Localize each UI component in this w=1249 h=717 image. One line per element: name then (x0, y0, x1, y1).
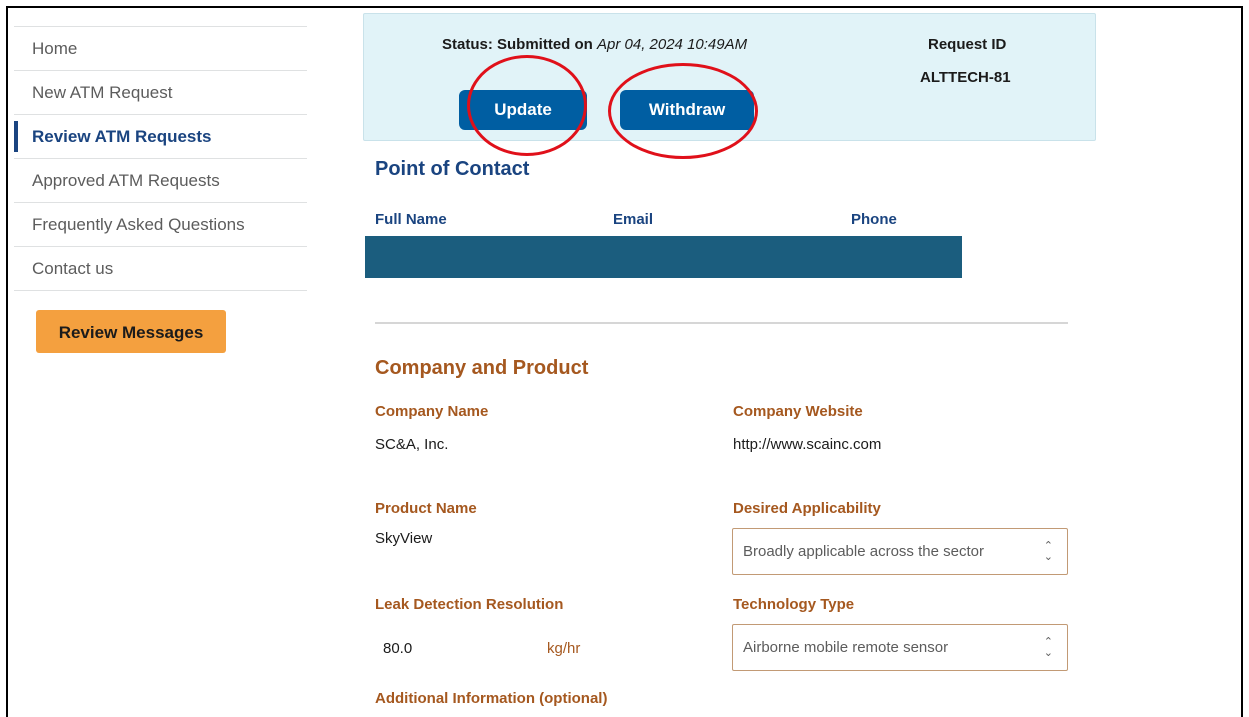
leak-detection-label: Leak Detection Resolution (375, 596, 564, 613)
product-name-label: Product Name (375, 500, 477, 517)
sidebar-item-contact-us[interactable]: Contact us (14, 246, 307, 291)
technology-type-value: Airborne mobile remote sensor (743, 639, 949, 656)
sidebar-item-new-atm-request[interactable]: New ATM Request (14, 70, 307, 114)
sidebar-item-home[interactable]: Home (14, 26, 307, 70)
product-name-value: SkyView (375, 530, 433, 547)
additional-info-label: Additional Information (optional) (375, 690, 608, 707)
leak-detection-value: 80.0 (383, 640, 413, 657)
column-full-name: Full Name (375, 211, 447, 228)
request-id-value: ALTTECH-81 (920, 69, 1011, 86)
contact-row-redacted (365, 236, 962, 278)
company-product-title: Company and Product (375, 357, 589, 379)
status-text: Status: Submitted on Apr 04, 2024 10:49A… (442, 36, 747, 53)
sidebar-item-faq[interactable]: Frequently Asked Questions (14, 202, 307, 246)
desired-applicability-label: Desired Applicability (733, 500, 881, 517)
chevron-up-down-icon: ⌃ ⌄ (1043, 539, 1053, 563)
withdraw-annotation-circle (608, 63, 758, 159)
leak-detection-unit: kg/hr (547, 640, 581, 657)
technology-type-label: Technology Type (733, 596, 855, 613)
company-website-value: http://www.scainc.com (733, 436, 882, 453)
column-email: Email (613, 211, 654, 228)
review-messages-button[interactable]: Review Messages (36, 310, 226, 353)
desired-applicability-value: Broadly applicable across the sector (743, 543, 984, 560)
point-of-contact-title: Point of Contact (375, 158, 530, 180)
section-divider (375, 322, 1068, 324)
sidebar-item-approved-atm-requests[interactable]: Approved ATM Requests (14, 158, 307, 202)
company-website-label: Company Website (733, 403, 863, 420)
chevron-up-down-icon: ⌃ ⌄ (1043, 635, 1053, 659)
desired-applicability-select[interactable]: Broadly applicable across the sector ⌃ ⌄ (732, 528, 1068, 575)
sidebar-nav: Home New ATM Request Review ATM Requests… (14, 26, 307, 353)
company-name-label: Company Name (375, 403, 489, 420)
sidebar-item-review-atm-requests[interactable]: Review ATM Requests (14, 114, 307, 158)
update-annotation-circle (467, 55, 587, 156)
status-date: Apr 04, 2024 10:49AM (597, 36, 748, 53)
company-name-value: SC&A, Inc. (375, 436, 449, 453)
technology-type-select[interactable]: Airborne mobile remote sensor ⌃ ⌄ (732, 624, 1068, 671)
status-prefix: Status: Submitted on (442, 36, 597, 53)
request-id-label: Request ID (928, 36, 1007, 53)
column-phone: Phone (851, 211, 897, 228)
